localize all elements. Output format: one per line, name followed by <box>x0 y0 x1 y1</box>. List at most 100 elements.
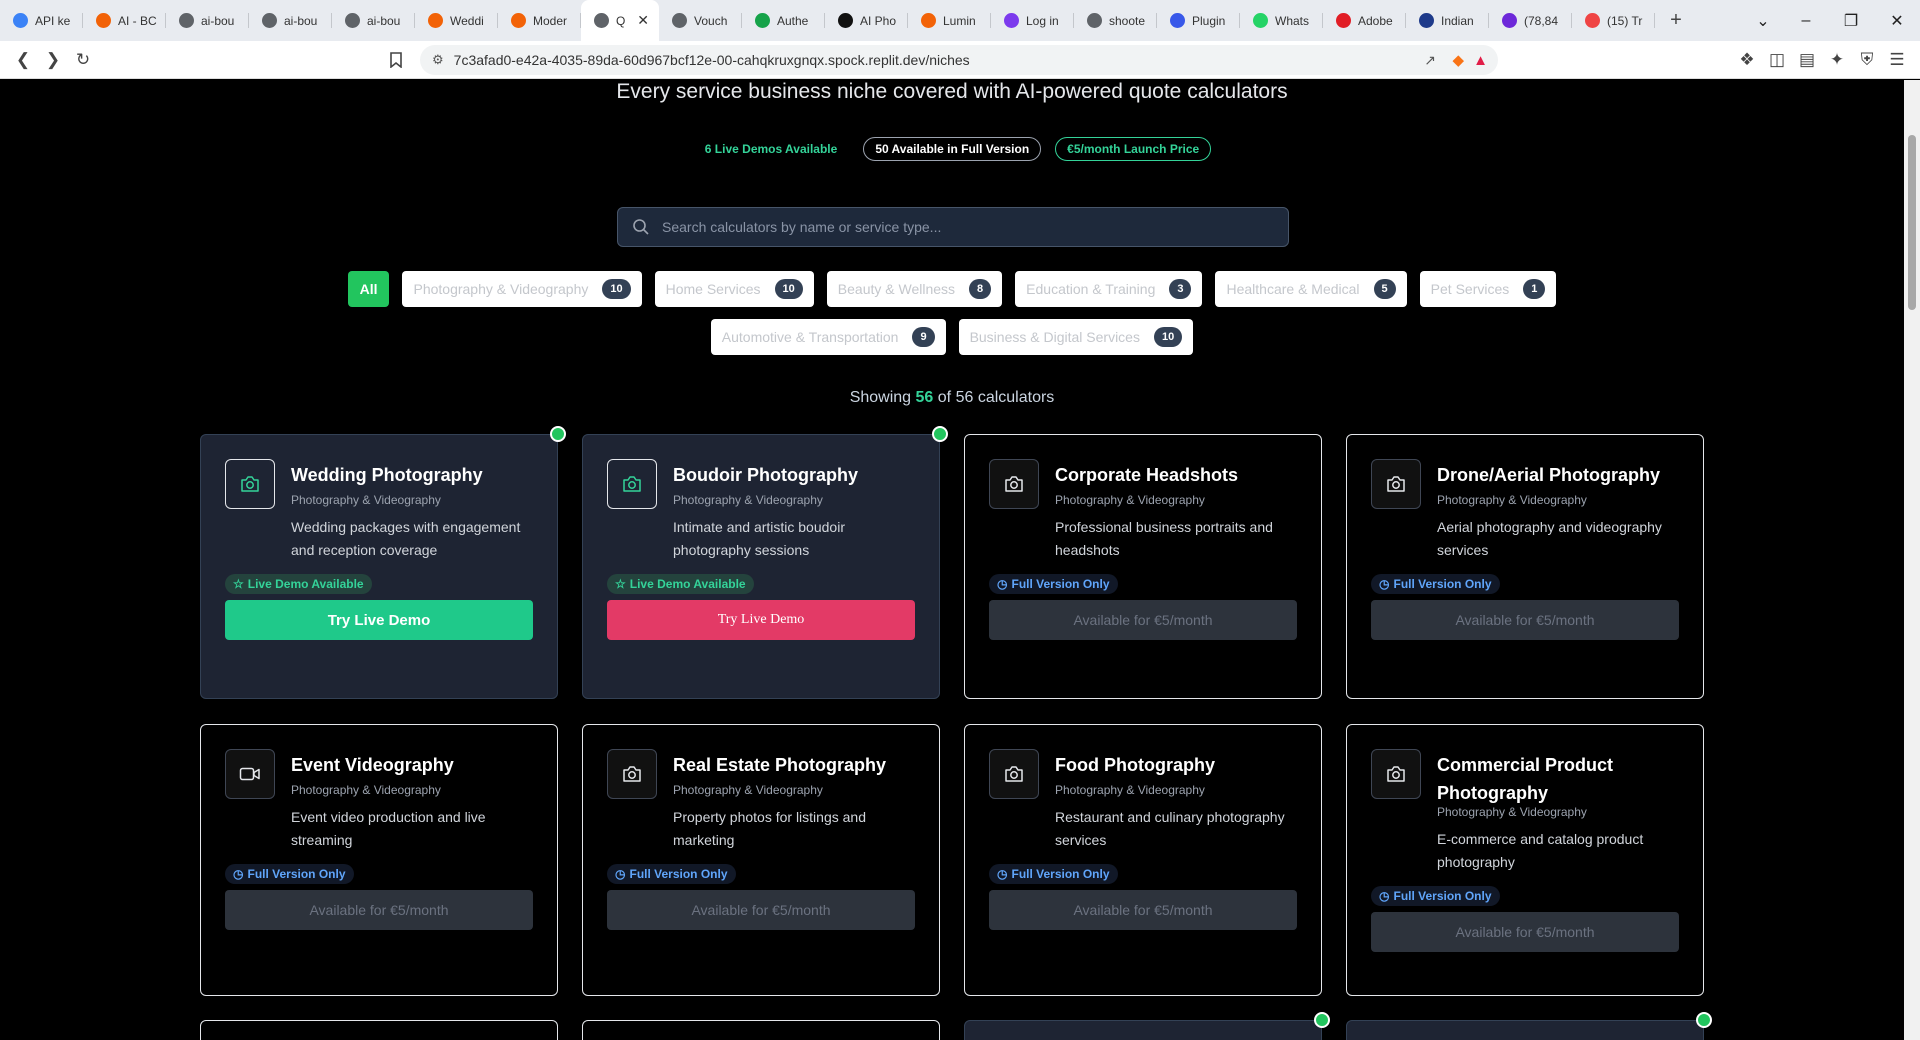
vpn-icon[interactable]: ⛨ <box>1852 45 1882 75</box>
filter-chip[interactable]: Beauty & Wellness 8 <box>826 271 1003 307</box>
calculator-card: Commercial Product Photography Photograph… <box>1346 724 1704 996</box>
filter-chip-label: Photography & Videography <box>413 281 589 297</box>
search-box[interactable] <box>617 207 1289 247</box>
tab-label: Whats <box>1275 13 1310 28</box>
tab-label: Log in <box>1026 13 1059 28</box>
openai-icon <box>838 13 853 28</box>
browser-tab[interactable]: shoote <box>1074 0 1157 41</box>
star-icon: ☆ <box>615 577 626 591</box>
browser-tab[interactable]: Indian <box>1406 0 1489 41</box>
card-title: Food Photography <box>1055 755 1215 775</box>
search-input[interactable] <box>662 219 1262 235</box>
site-settings-icon[interactable]: ⚙ <box>432 52 444 68</box>
leo-ai-icon[interactable]: ✦ <box>1822 45 1852 75</box>
filter-chip[interactable]: Pet Services 1 <box>1419 271 1557 307</box>
share-icon[interactable]: ↗ <box>1424 52 1436 69</box>
page-subtitle: Every service business niche covered wit… <box>616 80 1288 103</box>
filter-chip[interactable]: Home Services 10 <box>654 271 814 307</box>
status-pill: ◷ Full Version Only <box>1371 886 1500 906</box>
browser-tab[interactable]: Lumin <box>908 0 991 41</box>
wallet-icon[interactable]: ▤ <box>1792 45 1822 75</box>
filter-chip[interactable]: Healthcare & Medical 5 <box>1215 271 1407 307</box>
browser-tab[interactable]: Q ✕ <box>581 0 659 41</box>
browser-tab[interactable]: Vouch <box>659 0 742 41</box>
filter-chip[interactable]: Photography & Videography 10 <box>402 271 642 307</box>
url-text[interactable]: 7c3afad0-e42a-4035-89da-60d967bcf12e-00-… <box>454 52 970 68</box>
filter-all[interactable]: All <box>347 271 390 307</box>
tab-close-icon[interactable]: ✕ <box>637 12 649 29</box>
page-scrollbar[interactable] <box>1904 80 1920 1040</box>
filter-chip[interactable]: Education & Training 3 <box>1015 271 1203 307</box>
filter-chip[interactable]: Automotive & Transportation 9 <box>710 319 946 355</box>
clock-icon: ◷ <box>997 867 1008 881</box>
browser-tab[interactable]: Log in <box>991 0 1074 41</box>
filter-chip-count: 9 <box>912 327 935 347</box>
browser-tab[interactable]: ai-bou <box>249 0 332 41</box>
scrollbar-thumb[interactable] <box>1908 135 1916 310</box>
browser-tab[interactable]: Whats <box>1240 0 1323 41</box>
status-pill: ☆ Live Demo Available <box>607 574 754 594</box>
browser-tab[interactable]: API ke <box>0 0 83 41</box>
filter-chip-count: 8 <box>969 279 992 299</box>
browser-tab[interactable]: Weddi <box>415 0 498 41</box>
globe-icon <box>594 13 609 28</box>
tab-label: (78,84 <box>1524 13 1559 28</box>
browser-toolbar: ❮ ❯ ↻ ⚙ 7c3afad0-e42a-4035-89da-60d967bc… <box>0 41 1920 79</box>
card-category: Photography & Videography <box>673 783 823 797</box>
brave-rewards-icon[interactable]: ▲ <box>1473 52 1488 69</box>
upgrade-button[interactable]: Available for €5/month <box>225 890 533 930</box>
tab-label: Vouch <box>694 13 728 28</box>
upgrade-button[interactable]: Available for €5/month <box>989 890 1297 930</box>
close-window-button[interactable]: ✕ <box>1874 0 1920 41</box>
browser-tab[interactable]: Authe <box>742 0 825 41</box>
card-description: Restaurant and culinary photography serv… <box>1055 809 1285 848</box>
browser-tab[interactable]: ai-bou <box>166 0 249 41</box>
browser-tab[interactable]: Adobe <box>1323 0 1406 41</box>
tab-label: Indian <box>1441 13 1474 28</box>
status-pill: ◷ Full Version Only <box>1371 574 1500 594</box>
forward-icon[interactable]: ❯ <box>38 45 68 75</box>
upgrade-button[interactable]: Available for €5/month <box>1371 912 1679 952</box>
upgrade-button[interactable]: Available for €5/month <box>989 600 1297 640</box>
clock-icon: ◷ <box>1379 577 1390 591</box>
menu-icon[interactable]: ☰ <box>1882 45 1912 75</box>
browser-tab[interactable]: (15) Tr <box>1572 0 1655 41</box>
filter-chip-count: 1 <box>1523 279 1546 299</box>
globe-icon <box>1087 13 1102 28</box>
tab-label: Q <box>616 13 626 28</box>
page-content: Every service business niche covered wit… <box>0 80 1904 1040</box>
brave-shields-icon[interactable]: ◆ <box>1452 51 1464 69</box>
upgrade-button[interactable]: Available for €5/month <box>607 890 915 930</box>
restore-button[interactable]: ❐ <box>1828 0 1874 41</box>
tab-search-icon[interactable]: ⌄ <box>1740 0 1786 41</box>
try-live-demo-button[interactable]: Try Live Demo <box>225 600 533 640</box>
minimize-button[interactable]: – <box>1783 0 1829 41</box>
calculator-card: Drone/Aerial Photography Photography & Vi… <box>1346 434 1704 699</box>
new-tab-button[interactable]: + <box>1661 6 1691 36</box>
authenticator-icon <box>755 13 770 28</box>
clock-icon: ◷ <box>1379 889 1390 903</box>
upgrade-button[interactable]: Available for €5/month <box>1371 600 1679 640</box>
browser-tab[interactable]: ai-bou <box>332 0 415 41</box>
globe-icon <box>262 13 277 28</box>
try-live-demo-button[interactable]: Try Live Demo <box>607 600 915 640</box>
results-total: of 56 calculators <box>937 389 1055 406</box>
extensions-icon[interactable]: ❖ <box>1732 45 1762 75</box>
tab-label: shoote <box>1109 13 1146 28</box>
calculator-card <box>964 1020 1322 1040</box>
browser-tab[interactable]: (78,84 <box>1489 0 1572 41</box>
back-icon[interactable]: ❮ <box>8 45 38 75</box>
browser-tab[interactable]: AI Pho <box>825 0 908 41</box>
browser-tab[interactable]: AI - BC <box>83 0 166 41</box>
sidebar-icon[interactable]: ◫ <box>1762 45 1792 75</box>
status-pill: ☆ Live Demo Available <box>225 574 372 594</box>
globe-icon <box>179 13 194 28</box>
bookmark-icon[interactable] <box>381 45 411 75</box>
browser-tab[interactable]: Plugin <box>1157 0 1240 41</box>
reload-icon[interactable]: ↻ <box>68 45 98 75</box>
filter-chip[interactable]: Business & Digital Services 10 <box>958 319 1194 355</box>
filter-chip-label: Home Services <box>665 281 761 297</box>
address-bar[interactable]: ⚙ 7c3afad0-e42a-4035-89da-60d967bcf12e-0… <box>420 45 1498 75</box>
browser-tab[interactable]: Moder <box>498 0 581 41</box>
globe-icon <box>13 13 28 28</box>
